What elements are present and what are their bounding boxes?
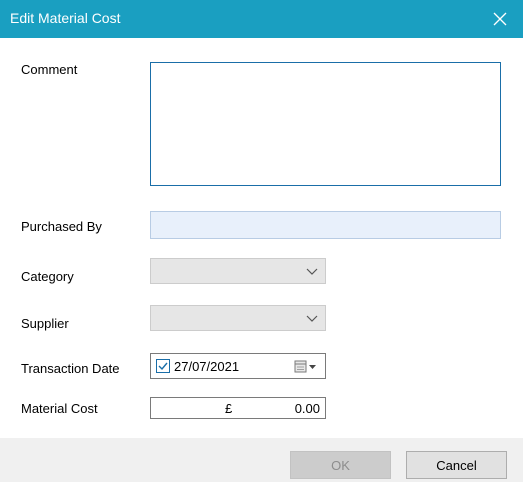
supplier-dropdown[interactable] bbox=[150, 305, 326, 331]
chevron-down-icon bbox=[306, 315, 318, 322]
calendar-icon bbox=[294, 360, 316, 373]
close-icon bbox=[493, 12, 507, 26]
transaction-date-label: Transaction Date bbox=[21, 361, 120, 376]
category-label: Category bbox=[21, 269, 74, 284]
comment-label: Comment bbox=[21, 62, 78, 77]
checkmark-icon bbox=[158, 362, 168, 371]
material-cost-input[interactable]: £ 0.00 bbox=[150, 397, 326, 419]
close-button[interactable] bbox=[477, 0, 523, 38]
material-cost-value: 0.00 bbox=[294, 401, 320, 416]
transaction-date-value: 27/07/2021 bbox=[174, 359, 240, 374]
chevron-down-icon bbox=[306, 268, 318, 275]
category-dropdown[interactable] bbox=[150, 258, 326, 284]
supplier-label: Supplier bbox=[21, 316, 69, 331]
title-bar: Edit Material Cost bbox=[0, 0, 523, 38]
calendar-dropdown-button[interactable] bbox=[293, 358, 321, 375]
material-cost-label: Material Cost bbox=[21, 401, 98, 416]
cancel-button[interactable]: Cancel bbox=[406, 451, 507, 479]
ok-button[interactable]: OK bbox=[290, 451, 391, 479]
date-enabled-checkbox[interactable] bbox=[156, 359, 170, 373]
transaction-date-picker[interactable]: 27/07/2021 bbox=[150, 353, 326, 379]
currency-symbol: £ bbox=[225, 401, 233, 416]
window-title: Edit Material Cost bbox=[10, 10, 121, 26]
purchased-by-label: Purchased By bbox=[21, 219, 102, 234]
purchased-by-input[interactable] bbox=[150, 211, 501, 239]
comment-textarea[interactable] bbox=[150, 62, 501, 186]
